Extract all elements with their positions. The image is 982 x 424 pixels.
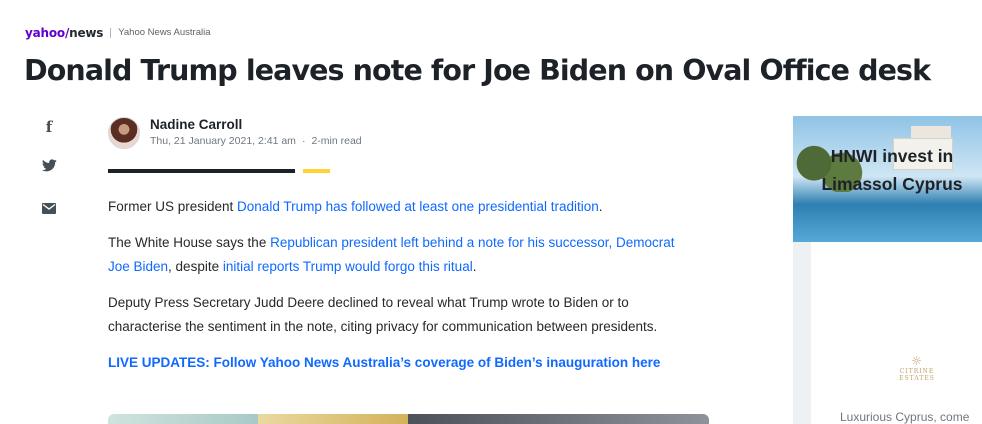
paragraph-3: Deputy Press Secretary Judd Deere declin… [108, 294, 658, 335]
ad-logo-line2: ESTATES [899, 375, 935, 382]
p1-end: . [598, 199, 603, 214]
paragraph-1: Former US president Donald Trump has fol… [108, 195, 698, 220]
ad-title-line2: Limassol Cyprus [821, 174, 963, 194]
gallery-image-2[interactable] [258, 414, 408, 424]
brand-row: yahoo/news Yahoo News Australia [25, 25, 211, 41]
p2-end: . [472, 259, 477, 274]
mail-icon [42, 202, 56, 214]
author-avatar[interactable] [108, 117, 140, 149]
article-meta: Thu, 21 January 2021, 2:41 am · 2-min re… [150, 133, 362, 149]
p1-link[interactable]: Donald Trump has followed at least one p… [237, 199, 599, 214]
ad-logo-line1: CITRINE [899, 368, 935, 375]
gallery-image-3[interactable] [408, 414, 709, 424]
article-headline: Donald Trump leaves note for Joe Biden o… [24, 54, 931, 87]
p1-text: Former US president [108, 199, 238, 214]
ad-description: Luxurious Cyprus, come [840, 410, 970, 424]
article-body: Former US president Donald Trump has fol… [108, 195, 698, 375]
twitter-share-button[interactable] [36, 152, 62, 178]
author-name[interactable]: Nadine Carroll [150, 117, 362, 133]
yahoo-news-logo[interactable]: yahoo/news [25, 25, 103, 41]
ad-card [811, 242, 982, 424]
author-text: Nadine Carroll Thu, 21 January 2021, 2:4… [150, 117, 362, 149]
brand-separator [110, 28, 112, 38]
divider-dark [108, 169, 295, 173]
read-time: 2-min read [311, 135, 362, 147]
email-share-button[interactable] [36, 195, 62, 221]
live-updates-link[interactable]: LIVE UPDATES: Follow Yahoo News Australi… [108, 351, 698, 376]
p2-link-reports[interactable]: initial reports Trump would forgo this r… [223, 259, 473, 274]
logo-yahoo-text: yahoo [25, 26, 65, 40]
twitter-icon [41, 158, 57, 171]
p2-text: The White House says the [108, 234, 271, 250]
author-block: Nadine Carroll Thu, 21 January 2021, 2:4… [108, 116, 362, 150]
image-gallery-strip[interactable] [108, 414, 709, 424]
sun-icon: ☼ [911, 354, 923, 368]
divider-yellow [303, 169, 330, 173]
ad-logo: ☼ CITRINE ESTATES [887, 354, 947, 382]
facebook-share-button[interactable]: f [36, 114, 62, 140]
edition-label: Yahoo News Australia [118, 27, 211, 38]
sidebar-ad[interactable]: HNWI invest in Limassol Cyprus ☼ CITRINE… [793, 116, 982, 424]
meta-separator: · [301, 135, 306, 147]
p2-mid-text: , despite [168, 259, 223, 274]
publish-date: Thu, 21 January 2021, 2:41 am [150, 135, 296, 147]
gallery-image-1[interactable] [108, 414, 258, 424]
ad-title-line1: HNWI invest in [830, 146, 954, 166]
ad-title: HNWI invest in Limassol Cyprus [817, 142, 967, 198]
paragraph-2: The White House says the Republican pres… [108, 231, 698, 280]
logo-news-text: news [69, 26, 104, 40]
facebook-icon: f [45, 117, 53, 136]
